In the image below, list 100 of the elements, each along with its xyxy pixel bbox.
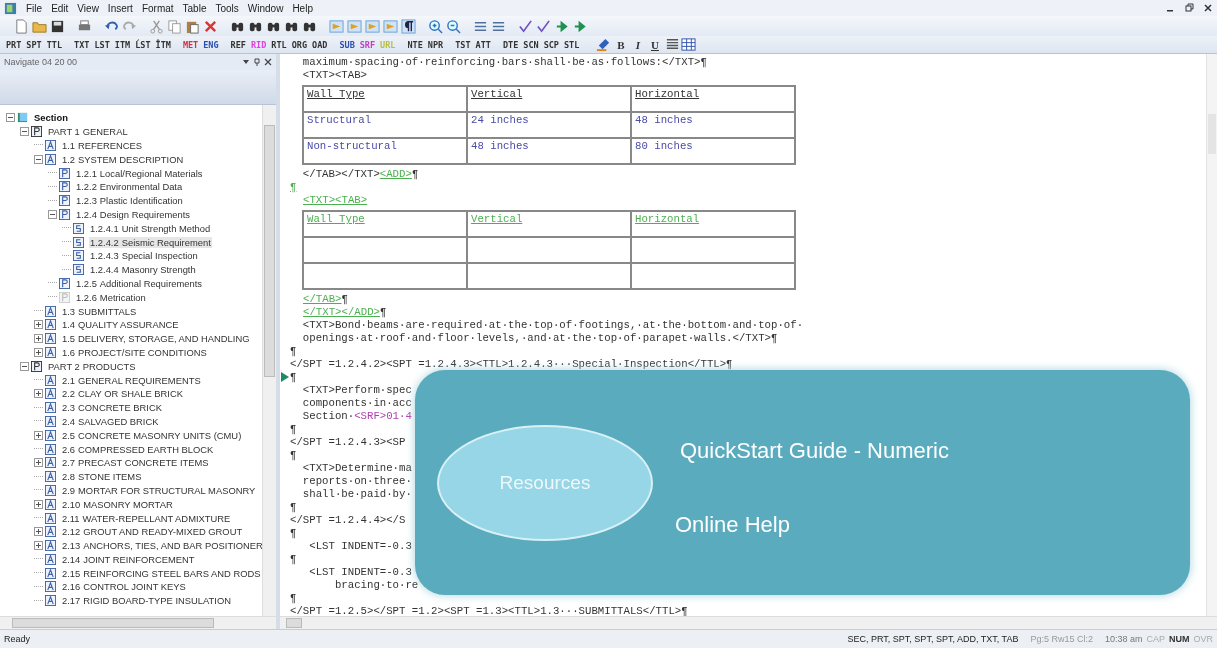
tag-button[interactable]: REF (228, 39, 248, 50)
new-file-icon[interactable] (14, 18, 29, 34)
menu-item[interactable]: Format (141, 2, 174, 14)
tag-button[interactable]: OAD (310, 39, 330, 50)
tree-item[interactable]: 2.13 ANCHORS, TIES, AND BAR POSITIONER (61, 540, 262, 552)
tag-button[interactable]: SPT (24, 39, 44, 50)
menu-item[interactable]: Edit (51, 2, 69, 14)
tree-item[interactable]: 1.2.5 Additional Requirements (75, 277, 203, 289)
highlighter-icon[interactable] (596, 37, 612, 52)
expand-icon[interactable] (34, 320, 43, 330)
tree-item[interactable]: 1.1 REFERENCES (61, 140, 144, 151)
tree-item[interactable]: 1.2.4.1 Unit Strength Method (89, 222, 212, 234)
menu-item[interactable]: Tools (215, 2, 239, 14)
tag-button[interactable]: ENG (201, 39, 221, 50)
menu-item[interactable]: Help (292, 2, 313, 14)
delete-icon[interactable] (203, 18, 218, 34)
tree-item[interactable]: PART 2 PRODUCTS (47, 360, 137, 372)
tag-button[interactable]: SCP (541, 39, 561, 50)
tree-item[interactable]: Section (33, 112, 69, 124)
scrollbar[interactable] (262, 105, 276, 616)
collapse-icon[interactable] (6, 113, 15, 123)
tag-button[interactable]: ÎTM (153, 39, 173, 50)
menu-item[interactable]: View (77, 2, 99, 14)
expand-icon[interactable] (34, 458, 43, 468)
align-icon[interactable] (664, 37, 680, 52)
pilcrow-icon[interactable] (401, 18, 416, 34)
tree-item[interactable]: 1.2.4 Design Requirements (75, 208, 191, 220)
dropdown-icon[interactable] (242, 58, 250, 66)
tag-button[interactable]: LST (92, 39, 112, 50)
tree-item[interactable]: 2.16 CONTROL JOINT KEYS (61, 581, 187, 593)
zoom-out-icon[interactable] (446, 18, 461, 34)
collapse-icon[interactable] (34, 154, 43, 164)
tree-item[interactable]: 2.10 MASONRY MORTAR (61, 498, 174, 510)
tag-button[interactable]: DTE (500, 39, 521, 50)
close-icon[interactable] (1203, 3, 1213, 13)
tree-item[interactable]: 2.12 GROUT AND READY-MIXED GROUT (61, 526, 244, 538)
expand-icon[interactable] (34, 430, 43, 440)
tree-item[interactable]: 1.2.4.2 Seismic Requirement (89, 236, 212, 248)
tag-button[interactable]: ATT (473, 39, 493, 50)
tree-item[interactable]: 2.2 CLAY OR SHALE BRICK (61, 388, 184, 400)
table-icon[interactable] (680, 37, 696, 52)
tag-button[interactable]: SUB (337, 39, 357, 50)
tag-button[interactable]: TST (453, 39, 473, 50)
tree-item[interactable]: 2.6 COMPRESSED EARTH BLOCK (61, 443, 215, 455)
scissors-icon[interactable] (149, 18, 164, 34)
tree-item[interactable]: 1.2.3 Plastic Identification (75, 195, 184, 207)
tree-item[interactable]: 2.1 GENERAL REQUIREMENTS (61, 374, 202, 386)
tag-button[interactable]: MET (180, 39, 201, 50)
expand-icon[interactable] (34, 334, 43, 344)
tree-item[interactable]: 2.9 MORTAR FOR STRUCTURAL MASONRY (61, 484, 257, 496)
tree-item[interactable]: 2.3 CONCRETE BRICK (61, 402, 163, 414)
spell-check-icon[interactable] (536, 18, 551, 34)
close-icon[interactable] (264, 58, 272, 66)
tree-item[interactable]: 2.4 SALVAGED BRICK (61, 415, 160, 427)
tree-item[interactable]: 1.2 SYSTEM DESCRIPTION (61, 153, 185, 165)
menu-item[interactable]: Insert (107, 2, 133, 14)
tag-button[interactable]: NPR (425, 39, 446, 50)
format-button[interactable]: U (645, 38, 664, 51)
tag-button[interactable]: SRF (357, 39, 378, 50)
tree-item[interactable]: 2.5 CONCRETE MASONRY UNITS (CMU) (61, 429, 243, 441)
tag-button[interactable]: ORG (289, 39, 310, 50)
tree-item[interactable]: 2.14 JOINT REINFORCEMENT (61, 553, 196, 565)
tree-item[interactable]: 1.2.1 Local/Regional Materials (75, 167, 204, 179)
expand-icon[interactable] (34, 347, 43, 357)
tree-item[interactable]: 2.8 STONE ITEMS (61, 471, 143, 483)
tree-item[interactable]: 1.2.4.3 Special Inspection (89, 250, 199, 262)
expand-icon[interactable] (34, 541, 43, 551)
expand-icon[interactable] (34, 389, 43, 399)
collapse-icon[interactable] (20, 127, 29, 137)
tag-button[interactable]: TTL (44, 39, 65, 50)
menu-item[interactable]: Window (247, 2, 284, 14)
tree-item[interactable]: 2.11 WATER-REPELLANT ADMIXTURE (61, 512, 232, 524)
spell-check-icon[interactable] (518, 18, 533, 34)
collapse-icon[interactable] (48, 209, 57, 219)
tag-button[interactable]: RTL (269, 39, 289, 50)
menu-item[interactable]: Table (182, 2, 207, 14)
tree-item[interactable]: 2.7 PRECAST CONCRETE ITEMS (61, 457, 210, 469)
save-icon[interactable] (50, 18, 65, 34)
expand-icon[interactable] (34, 499, 43, 509)
tag-button[interactable]: ITM (112, 39, 133, 50)
tag-button[interactable]: TXT (72, 39, 92, 50)
zoom-in-icon[interactable] (428, 18, 443, 34)
menu-item[interactable]: File (26, 2, 43, 14)
collapse-icon[interactable] (20, 361, 29, 371)
tree-item[interactable]: 1.5 DELIVERY, STORAGE, AND HANDLING (61, 333, 251, 345)
tree-item[interactable]: 2.15 REINFORCING STEEL BARS AND RODS (61, 567, 262, 579)
tree-item[interactable]: 1.2.2 Environmental Data (75, 181, 184, 193)
scrollbar[interactable] (1206, 54, 1217, 616)
tag-button[interactable]: SCN (521, 39, 541, 50)
format-button[interactable]: I (630, 38, 645, 51)
tree-item[interactable]: 1.6 PROJECT/SITE CONDITIONS (61, 346, 208, 358)
tag-button[interactable]: STL (562, 39, 582, 50)
pin-icon[interactable] (253, 58, 261, 66)
scrollbar[interactable] (0, 616, 276, 629)
tree-item[interactable]: 1.3 SUBMITTALS (61, 305, 138, 317)
format-button[interactable]: B (612, 38, 630, 51)
restore-icon[interactable] (1184, 3, 1194, 13)
tree-item[interactable]: 1.4 QUALITY ASSURANCE (61, 319, 180, 331)
scrollbar[interactable] (280, 616, 1217, 629)
tree-item[interactable]: 2.17 RIGID BOARD-TYPE INSULATION (61, 595, 232, 607)
